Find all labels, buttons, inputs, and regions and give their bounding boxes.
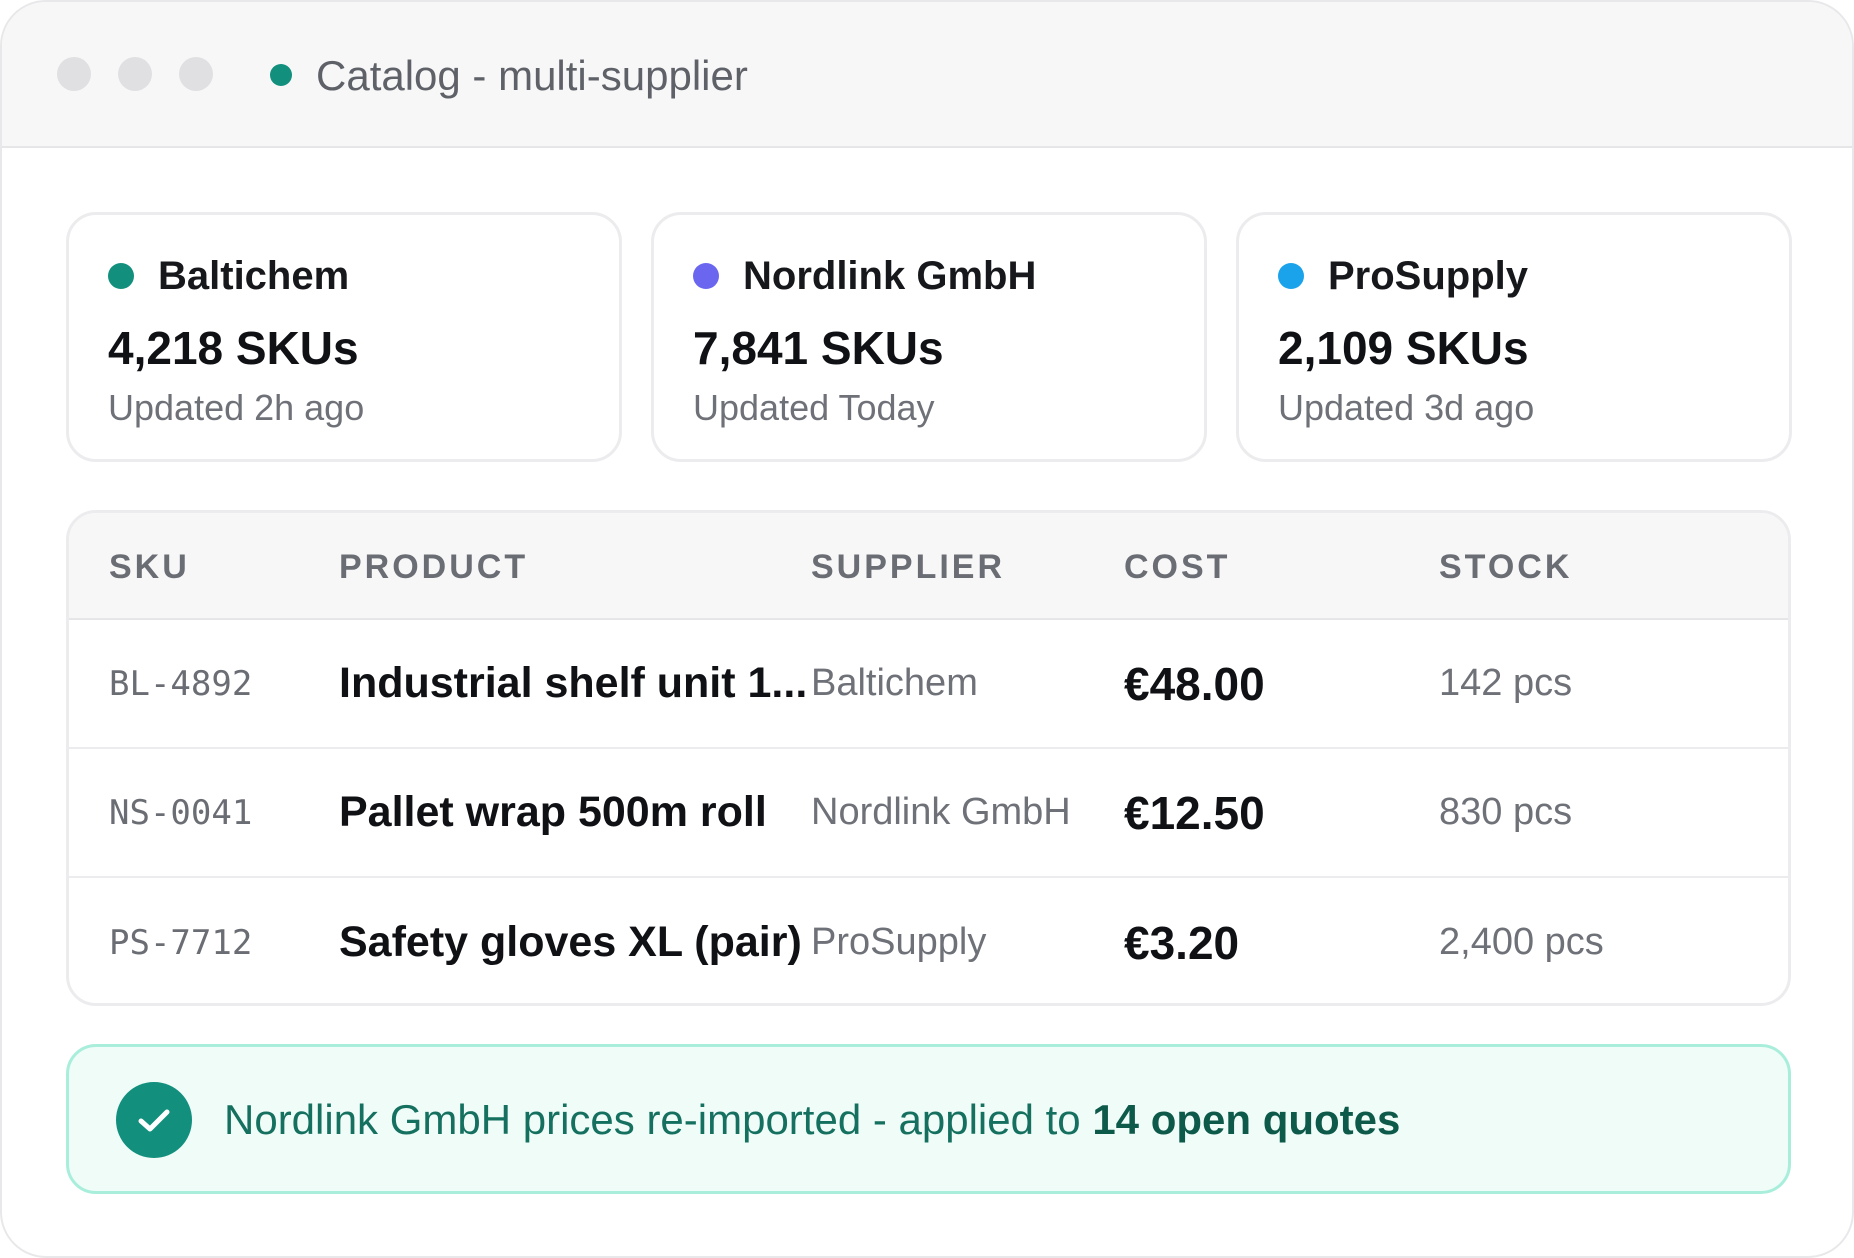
column-header-stock[interactable]: STOCK <box>1439 545 1572 589</box>
supplier-sku-count: 2,109 SKUs <box>1278 322 1529 374</box>
window-maximize-button[interactable] <box>179 57 213 91</box>
supplier-cell: Baltichem <box>811 662 978 704</box>
stock-cell: 2,400 pcs <box>1439 921 1604 963</box>
window-minimize-button[interactable] <box>118 57 152 91</box>
column-header-sku[interactable]: SKU <box>109 545 190 589</box>
supplier-name: ProSupply <box>1328 254 1529 298</box>
supplier-card-prosupply[interactable]: ProSupply 2,109 SKUs Updated 3d ago <box>1236 212 1792 462</box>
window-close-button[interactable] <box>57 57 91 91</box>
title-bar: Catalog - multi-supplier <box>2 2 1852 148</box>
column-header-cost[interactable]: COST <box>1124 545 1230 589</box>
table-row[interactable]: NS-0041 Pallet wrap 500m roll Nordlink G… <box>69 749 1788 878</box>
cost-cell: €3.20 <box>1124 916 1240 969</box>
supplier-name: Baltichem <box>158 254 350 298</box>
sku-cell: BL-4892 <box>109 663 253 704</box>
app-window: Catalog - multi-supplier Baltichem 4,218… <box>0 0 1854 1258</box>
column-header-supplier[interactable]: SUPPLIER <box>811 545 1005 589</box>
cost-cell: €12.50 <box>1124 786 1265 839</box>
product-cell: Safety gloves XL (pair) <box>339 878 863 1003</box>
product-cell: Pallet wrap 500m roll <box>339 749 863 876</box>
table-row[interactable]: BL-4892 Industrial shelf unit 1... Balti… <box>69 620 1788 749</box>
supplier-cell: Nordlink GmbH <box>811 791 1071 833</box>
catalog-table: SKU PRODUCT SUPPLIER COST STOCK BL-4892 … <box>66 510 1791 1006</box>
check-icon <box>116 1082 192 1158</box>
product-name: Industrial shelf unit 1... <box>339 659 808 707</box>
product-name: Safety gloves XL (pair) <box>339 918 802 966</box>
banner-message: Nordlink GmbH prices re-imported - appli… <box>224 1093 1400 1147</box>
supplier-card-nordlink[interactable]: Nordlink GmbH 7,841 SKUs Updated Today <box>651 212 1207 462</box>
table-row[interactable]: PS-7712 Safety gloves XL (pair) ProSuppl… <box>69 878 1788 1003</box>
supplier-updated: Updated 3d ago <box>1278 387 1535 428</box>
column-header-product[interactable]: PRODUCT <box>339 545 528 589</box>
supplier-updated: Updated 2h ago <box>108 387 365 428</box>
supplier-sku-count: 7,841 SKUs <box>693 322 944 374</box>
supplier-sku-count: 4,218 SKUs <box>108 322 359 374</box>
cost-cell: €48.00 <box>1124 657 1265 710</box>
banner-text: Nordlink GmbH prices re-imported - appli… <box>224 1096 1093 1143</box>
supplier-dot-icon <box>1278 263 1304 289</box>
product-name: Pallet wrap 500m roll <box>339 788 767 836</box>
supplier-card-baltichem[interactable]: Baltichem 4,218 SKUs Updated 2h ago <box>66 212 622 462</box>
table-header: SKU PRODUCT SUPPLIER COST STOCK <box>69 513 1788 620</box>
stock-cell: 142 pcs <box>1439 662 1573 704</box>
sku-cell: PS-7712 <box>109 922 253 963</box>
stock-cell: 830 pcs <box>1439 791 1573 833</box>
import-success-banner: Nordlink GmbH prices re-imported - appli… <box>66 1044 1791 1194</box>
product-cell: Industrial shelf unit 1... <box>339 620 863 747</box>
sku-cell: NS-0041 <box>109 792 253 833</box>
supplier-updated: Updated Today <box>693 387 935 428</box>
status-dot-icon <box>270 64 292 86</box>
supplier-name: Nordlink GmbH <box>743 254 1037 298</box>
supplier-dot-icon <box>693 263 719 289</box>
window-title: Catalog - multi-supplier <box>316 52 748 99</box>
supplier-cell: ProSupply <box>811 921 987 963</box>
supplier-dot-icon <box>108 263 134 289</box>
open-quotes-link[interactable]: 14 open quotes <box>1092 1096 1400 1143</box>
